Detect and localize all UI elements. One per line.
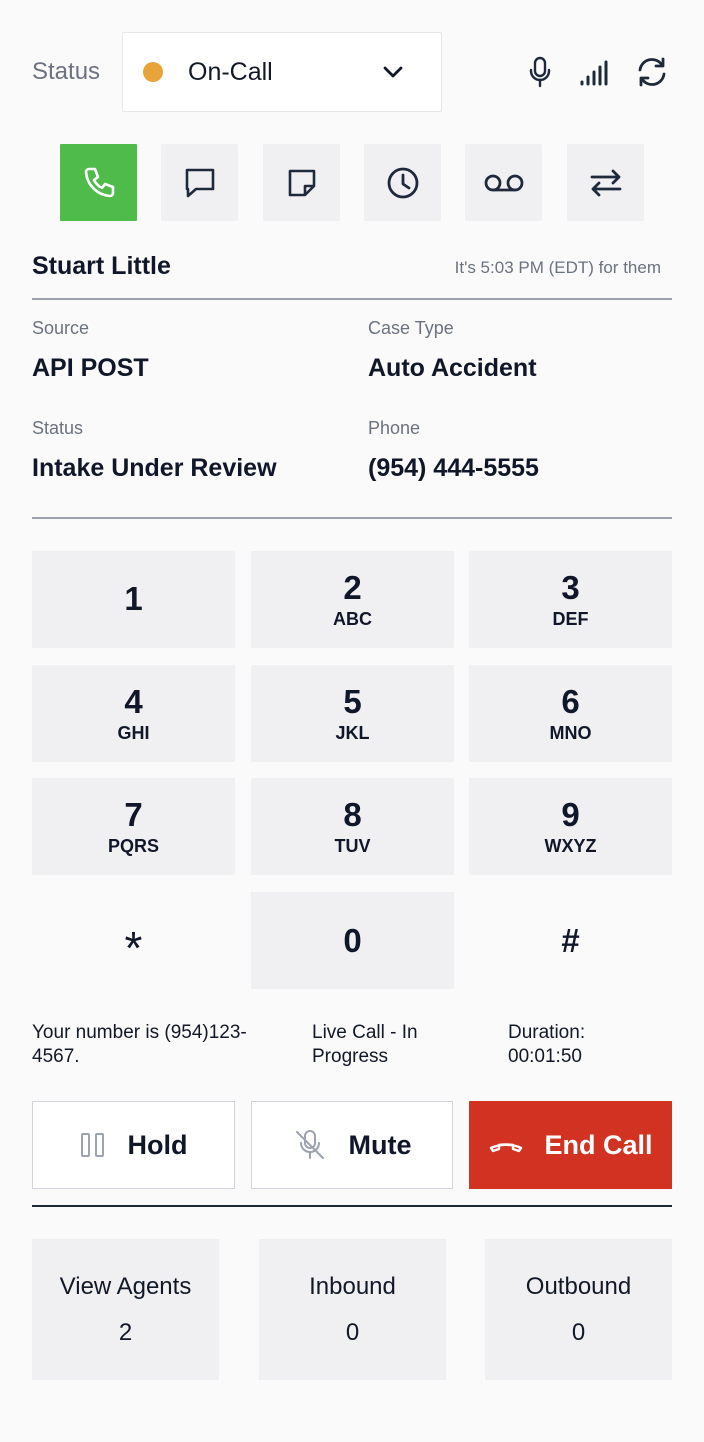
tab-note[interactable] — [263, 144, 340, 221]
end-call-label: End Call — [544, 1129, 653, 1160]
key-digit: 4 — [124, 682, 143, 720]
key-digit: 6 — [561, 682, 580, 720]
keypad-key-hash[interactable]: # — [469, 892, 672, 989]
key-letters: TUV — [334, 835, 371, 856]
signal-icon — [580, 60, 608, 86]
key-digit: 7 — [124, 795, 143, 833]
key-digit: 9 — [561, 795, 580, 833]
hold-label: Hold — [127, 1129, 188, 1160]
phone-label: Phone — [368, 418, 421, 438]
status-label: Status — [32, 58, 101, 85]
microphone-off-icon — [295, 1130, 324, 1159]
tab-chat[interactable] — [161, 144, 238, 221]
key-digit: 1 — [124, 579, 143, 617]
case-type-label: Case Type — [368, 318, 454, 338]
key-digit: 8 — [343, 795, 362, 833]
key-digit: 5 — [343, 682, 362, 720]
keypad-key-star[interactable]: * — [32, 892, 235, 989]
stat-value: 0 — [571, 1318, 586, 1346]
divider — [32, 517, 672, 519]
source-value: API POST — [32, 354, 149, 382]
outbound-card[interactable]: Outbound 0 — [485, 1239, 672, 1380]
keypad-key-9[interactable]: 9 WXYZ — [469, 778, 672, 875]
hold-button[interactable]: Hold — [32, 1101, 235, 1189]
source-label: Source — [32, 318, 90, 338]
call-state-text: Live Call - In Progress — [312, 1022, 418, 1067]
duration-label: Duration: — [508, 1022, 586, 1043]
lead-status-value: Intake Under Review — [32, 454, 277, 482]
keypad-key-8[interactable]: 8 TUV — [251, 778, 454, 875]
keypad-key-3[interactable]: 3 DEF — [469, 551, 672, 648]
tab-transfer[interactable] — [567, 144, 644, 221]
stat-label: Inbound — [309, 1272, 396, 1300]
key-digit: # — [561, 921, 580, 959]
keypad-key-1[interactable]: 1 — [32, 551, 235, 648]
stat-value: 2 — [118, 1318, 133, 1346]
contact-name: Stuart Little — [32, 252, 171, 280]
chat-icon — [185, 168, 214, 197]
key-letters: WXYZ — [544, 835, 597, 856]
key-letters: MNO — [549, 722, 592, 743]
key-digit: 0 — [343, 921, 362, 959]
key-letters: PQRS — [107, 835, 159, 856]
microphone-icon[interactable] — [528, 56, 552, 88]
divider — [32, 298, 672, 300]
key-letters: GHI — [117, 722, 150, 743]
duration-value: 00:01:50 — [508, 1046, 582, 1067]
stat-value: 0 — [345, 1318, 360, 1346]
note-icon — [288, 169, 315, 196]
keypad-key-5[interactable]: 5 JKL — [251, 665, 454, 762]
end-call-button[interactable]: End Call — [469, 1101, 672, 1189]
inbound-card[interactable]: Inbound 0 — [259, 1239, 446, 1380]
keypad-key-2[interactable]: 2 ABC — [251, 551, 454, 648]
keypad-key-4[interactable]: 4 GHI — [32, 665, 235, 762]
tab-phone[interactable] — [60, 144, 137, 221]
contact-local-time: It's 5:03 PM (EDT) for them — [454, 258, 661, 277]
key-letters: DEF — [552, 608, 589, 629]
key-digit: 2 — [343, 568, 362, 606]
voicemail-icon — [484, 174, 523, 191]
status-dropdown[interactable]: On-Call — [122, 32, 442, 112]
key-letters: ABC — [333, 608, 372, 629]
mute-label: Mute — [348, 1129, 412, 1160]
chevron-down-icon — [383, 66, 403, 78]
status-indicator-dot — [143, 62, 163, 82]
keypad-key-6[interactable]: 6 MNO — [469, 665, 672, 762]
divider — [32, 1205, 672, 1207]
tab-history[interactable] — [364, 144, 441, 221]
transfer-icon — [590, 169, 621, 196]
phone-icon — [84, 167, 114, 197]
case-type-value: Auto Accident — [368, 354, 537, 382]
mute-button[interactable]: Mute — [251, 1101, 453, 1189]
stat-label: View Agents — [59, 1272, 192, 1300]
clock-icon — [387, 167, 418, 198]
tab-voicemail[interactable] — [465, 144, 542, 221]
key-digit: 3 — [561, 568, 580, 606]
lead-status-label: Status — [32, 418, 84, 438]
key-digit: * — [124, 921, 143, 974]
phone-value: (954) 444-5555 — [368, 454, 539, 482]
hang-up-icon — [490, 1143, 523, 1153]
status-dropdown-value: On-Call — [188, 57, 273, 86]
key-letters: JKL — [335, 722, 370, 743]
pause-icon — [80, 1133, 104, 1157]
stat-label: Outbound — [525, 1272, 632, 1300]
refresh-icon[interactable] — [636, 56, 668, 88]
view-agents-card[interactable]: View Agents 2 — [32, 1239, 219, 1380]
keypad-key-0[interactable]: 0 — [251, 892, 454, 989]
your-number-text: Your number is (954)123-4567. — [32, 1022, 247, 1067]
keypad-key-7[interactable]: 7 PQRS — [32, 778, 235, 875]
